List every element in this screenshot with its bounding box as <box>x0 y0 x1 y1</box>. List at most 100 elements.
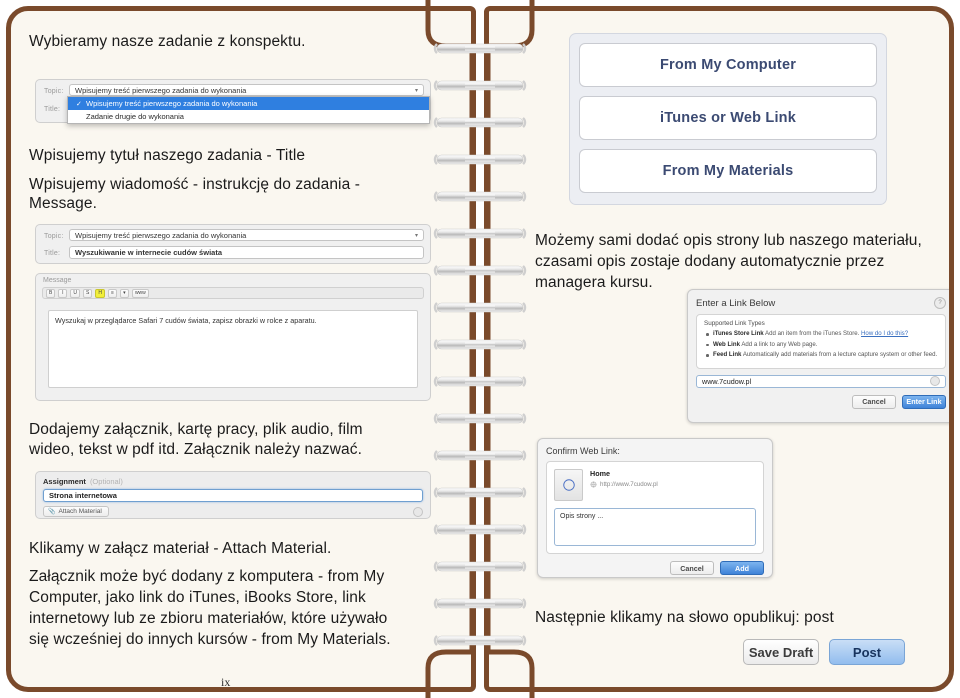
left-paragraph-1: Wybieramy nasze zadanie z konspektu. <box>29 33 306 50</box>
linked-item-name: Home <box>590 469 610 478</box>
link-type-item-0: iTunes Store Link Add an item from the i… <box>704 330 938 339</box>
attach-material-label: Attach Material <box>58 508 102 515</box>
linked-item: Home http://www.7cudow.pl <box>554 469 756 501</box>
assignment-optional-label: (Optional) <box>89 477 123 486</box>
left-paragraph-6-line3: internetowy lub ze zbioru materiałów, kt… <box>29 610 388 627</box>
remove-icon[interactable] <box>413 506 423 517</box>
link-type-item-2: Feed Link Automatically add materials fr… <box>704 351 938 360</box>
left-paragraph-3-line2: Message. <box>29 195 97 212</box>
confirm-link-cancel-button[interactable]: Cancel <box>670 561 714 575</box>
dropdown-option-0[interactable]: ✓ Wpisujemy treść pierwszego zadania do … <box>68 97 429 110</box>
supported-link-types-heading: Supported Link Types <box>704 320 765 327</box>
chevron-down-icon: ▾ <box>414 87 418 94</box>
confirm-link-buttons: Cancel Add <box>546 561 764 575</box>
safari-compass-icon <box>562 479 575 491</box>
left-paragraph-2: Wpisujemy tytuł naszego zadania - Title <box>29 147 306 164</box>
message-editor-screenshot: Message B I U S H ≡ ▾ www Wyszukaj w prz… <box>35 273 431 401</box>
link-thumbnail <box>554 469 583 501</box>
assignment-screenshot: Assignment (Optional) Strona internetowa… <box>35 471 431 519</box>
title-input[interactable]: Wyszukiwanie w internecie cudów świata <box>69 246 424 259</box>
highlight-icon[interactable]: H <box>95 288 105 298</box>
link-description-value: Opis strony ... <box>560 513 604 520</box>
title-input-value: Wyszukiwanie w internecie cudów świata <box>75 248 222 257</box>
notebook-spread: Wybieramy nasze zadanie z konspektu. Top… <box>0 0 960 698</box>
web-link-icon[interactable]: www <box>131 288 149 298</box>
left-paragraph-5: Klikamy w załącz materiał - Attach Mater… <box>29 540 332 557</box>
enter-link-dialog-title-row: Enter a Link Below ? <box>696 297 946 309</box>
post-button[interactable]: Post <box>829 639 905 665</box>
link-type-1-desc: Add a link to any Web page. <box>741 340 818 348</box>
attach-material-button[interactable]: 📎 Attach Material <box>43 506 109 517</box>
enter-link-buttons: Cancel Enter Link <box>696 394 946 409</box>
assignment-heading: Assignment <box>43 477 86 486</box>
link-url-value: www.7cudow.pl <box>702 376 752 386</box>
topic-label-2: Topic: <box>44 233 64 240</box>
page-number: ix <box>221 675 231 687</box>
clear-icon[interactable] <box>930 376 940 387</box>
topic-select-2[interactable]: Wpisujemy treść pierwszego zadania do wy… <box>69 229 424 241</box>
topic-select-2-value: Wpisujemy treść pierwszego zadania do wy… <box>75 230 247 240</box>
assignment-heading-row: Assignment (Optional) <box>43 477 423 486</box>
enter-link-cancel-button[interactable]: Cancel <box>852 394 896 409</box>
right-paragraph-1-line2: czasami opis zostaje dodany automatyczni… <box>535 253 885 270</box>
italic-icon[interactable]: I <box>58 288 68 298</box>
paperclip-icon: 📎 <box>48 509 56 515</box>
message-caption: Message <box>43 277 72 284</box>
link-type-item-1: Web Link Add a link to any Web page. <box>704 341 938 350</box>
dropdown-option-0-label: Wpisujemy treść pierwszego zadania do wy… <box>86 99 258 108</box>
strikethrough-icon[interactable]: S <box>82 288 93 298</box>
topic-title-screenshot: Topic: Wpisujemy treść pierwszego zadani… <box>35 224 431 264</box>
from-my-computer-button[interactable]: From My Computer <box>579 43 877 87</box>
message-body[interactable]: Wyszukaj w przeglądarce Safari 7 cudów ś… <box>48 310 418 388</box>
dropdown-option-1-label: Zadanie drugie do wykonania <box>86 112 184 121</box>
topic-select[interactable]: Wpisujemy treść pierwszego zadania do wy… <box>69 84 424 96</box>
right-paragraph-2: Następnie klikamy na słowo opublikuj: po… <box>535 609 834 626</box>
assignment-actions: 📎 Attach Material <box>43 506 423 517</box>
confirm-link-add-button[interactable]: Add <box>720 561 764 575</box>
chevron-down-icon[interactable]: ▾ <box>119 288 129 298</box>
linked-item-url: http://www.7cudow.pl <box>600 481 658 488</box>
save-draft-button[interactable]: Save Draft <box>743 639 819 665</box>
link-type-2-desc: Automatically add materials from a lectu… <box>742 351 938 359</box>
linked-item-url-row: http://www.7cudow.pl <box>590 481 658 488</box>
left-paragraph-4-line1: Dodajemy załącznik, kartę pracy, plik au… <box>29 421 363 438</box>
left-paragraph-6-line2: Computer, jako link do iTunes, iBooks St… <box>29 589 366 606</box>
link-type-0-name: iTunes Store Link <box>713 330 764 337</box>
confirm-link-dialog-title: Confirm Web Link: <box>546 446 620 456</box>
confirm-link-body: Home http://www.7cudow.pl Opis strony ..… <box>546 461 764 554</box>
assignment-name-input[interactable]: Strona internetowa <box>43 489 423 502</box>
help-icon[interactable]: ? <box>934 297 946 309</box>
link-type-1-name: Web Link <box>713 340 740 348</box>
right-paragraph-1-line1: Możemy sami dodać opis strony lub naszeg… <box>535 232 922 249</box>
chevron-down-icon: ▾ <box>414 232 418 239</box>
link-url-input[interactable]: www.7cudow.pl <box>696 374 946 388</box>
right-page: From My Computer iTunes or Web Link From… <box>484 6 954 692</box>
left-paragraph-6-line4: się wcześniej do innych kursów - from My… <box>29 631 391 648</box>
topic-dropdown-menu[interactable]: ✓ Wpisujemy treść pierwszego zadania do … <box>67 96 430 124</box>
enter-link-dialog-title: Enter a Link Below <box>696 297 776 309</box>
supported-link-types-box: Supported Link Types iTunes Store Link A… <box>696 314 946 369</box>
enter-link-dialog: Enter a Link Below ? Supported Link Type… <box>687 289 949 423</box>
linked-item-info: Home http://www.7cudow.pl <box>590 469 658 488</box>
topic-select-value: Wpisujemy treść pierwszego zadania do wy… <box>75 85 247 95</box>
list-icon[interactable]: ≡ <box>107 288 117 298</box>
confirm-link-dialog: Confirm Web Link: Home http://www.7cudow… <box>537 438 773 578</box>
link-type-0-desc: Add an item from the iTunes Store. <box>765 330 860 337</box>
link-description-input[interactable]: Opis strony ... <box>554 508 756 546</box>
globe-icon <box>590 481 597 488</box>
left-paragraph-6-line1: Załącznik może być dodany z komputera - … <box>29 568 385 585</box>
left-page: Wybieramy nasze zadanie z konspektu. Top… <box>6 6 476 692</box>
left-paragraph-3-line1: Wpisujemy wiadomość - instrukcję do zada… <box>29 176 360 193</box>
dropdown-option-1[interactable]: Zadanie drugie do wykonania <box>68 110 429 123</box>
bold-icon[interactable]: B <box>46 288 56 298</box>
enter-link-confirm-button[interactable]: Enter Link <box>902 394 946 409</box>
from-my-materials-button[interactable]: From My Materials <box>579 149 877 193</box>
link-type-2-name: Feed Link <box>713 351 742 359</box>
itunes-or-web-link-button[interactable]: iTunes or Web Link <box>579 96 877 140</box>
how-do-i-do-this-link[interactable]: How do I do this? <box>861 330 908 337</box>
underline-icon[interactable]: U <box>70 288 80 298</box>
check-icon: ✓ <box>76 100 82 108</box>
message-toolbar[interactable]: B I U S H ≡ ▾ www <box>42 287 424 299</box>
post-actions-screenshot: Save Draft Post <box>743 639 905 665</box>
title-label-2: Title: <box>44 250 61 257</box>
